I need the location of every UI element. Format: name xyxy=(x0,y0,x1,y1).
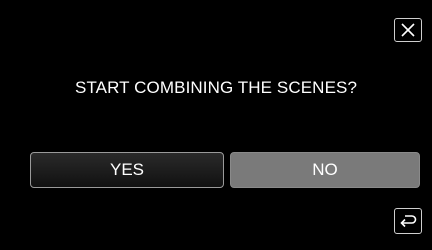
close-button[interactable] xyxy=(394,18,422,42)
close-icon xyxy=(400,22,416,38)
confirm-dialog-screen: START COMBINING THE SCENES? YES NO xyxy=(0,0,432,250)
back-button[interactable] xyxy=(394,208,422,234)
no-button[interactable]: NO xyxy=(230,152,420,188)
yes-button[interactable]: YES xyxy=(30,152,224,188)
no-button-label: NO xyxy=(312,160,338,179)
dialog-question: START COMBINING THE SCENES? xyxy=(75,78,357,97)
return-arrow-icon xyxy=(399,213,417,229)
yes-button-label: YES xyxy=(109,160,145,179)
